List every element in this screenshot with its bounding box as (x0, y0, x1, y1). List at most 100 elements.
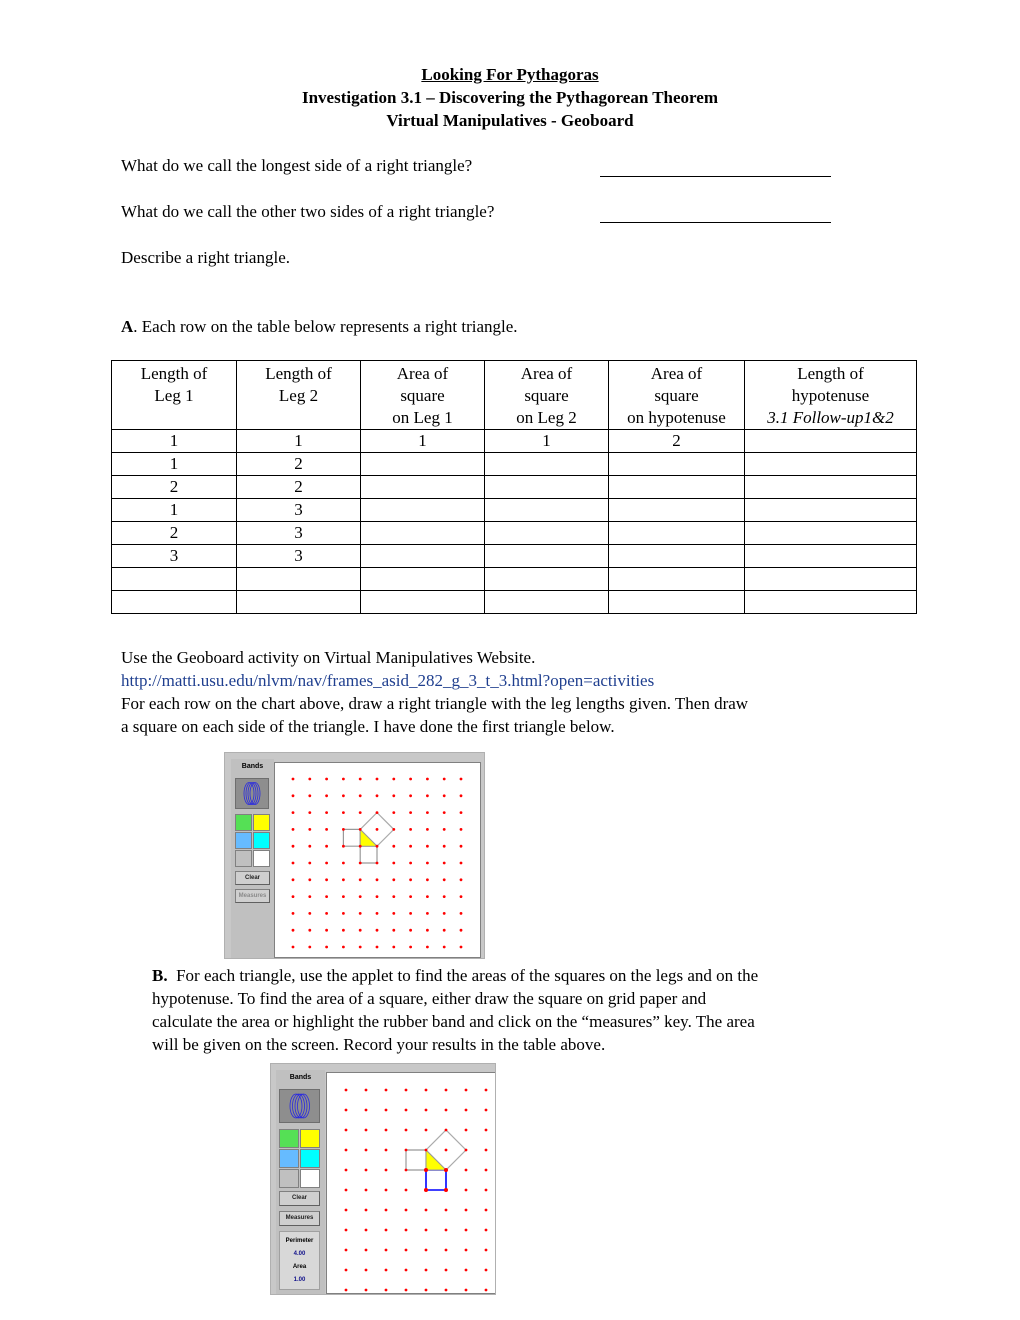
section-b-line-4: will be given on the screen. Record your… (152, 1035, 606, 1054)
rubber-bands-icon (243, 782, 261, 805)
peg-dot (384, 1248, 388, 1252)
table-cell[interactable] (236, 567, 361, 591)
peg-dot (464, 1128, 468, 1132)
table-cell[interactable] (484, 544, 609, 568)
table-cell[interactable]: 2 (608, 429, 745, 453)
table-cell[interactable] (744, 452, 917, 476)
measures-button[interactable]: Measures (279, 1211, 320, 1226)
bands-button[interactable] (235, 778, 269, 809)
table-cell[interactable] (360, 567, 485, 591)
bands-button[interactable] (279, 1089, 320, 1123)
peg-dot (426, 828, 429, 831)
table-cell[interactable]: 3 (236, 498, 361, 522)
table-cell[interactable] (236, 590, 361, 614)
color-swatch-cyan[interactable] (253, 832, 270, 849)
answer-blank-2[interactable] (600, 221, 831, 223)
table-cell[interactable] (608, 544, 745, 568)
table-cell[interactable] (744, 498, 917, 522)
measures-button[interactable]: Measures (235, 889, 270, 903)
color-swatch-blue[interactable] (235, 832, 252, 849)
color-swatch-white[interactable] (300, 1169, 320, 1188)
table-cell[interactable] (484, 590, 609, 614)
table-cell[interactable] (360, 498, 485, 522)
geoboard-link[interactable]: http://matti.usu.edu/nlvm/nav/frames_asi… (121, 669, 748, 692)
table-cell[interactable] (111, 590, 237, 614)
color-swatch-green[interactable] (279, 1129, 299, 1148)
table-cell[interactable] (360, 521, 485, 545)
clear-button[interactable]: Clear (279, 1191, 320, 1206)
table-cell[interactable]: 3 (111, 544, 237, 568)
leg2-square-band (425, 1169, 447, 1191)
peg-dot (384, 1228, 388, 1232)
table-cell[interactable]: 2 (236, 475, 361, 499)
peg-dot (375, 928, 379, 932)
table-cell[interactable] (484, 521, 609, 545)
table-cell[interactable] (744, 521, 917, 545)
table-cell[interactable] (744, 544, 917, 568)
peg-dot (484, 1288, 488, 1292)
table-row (111, 590, 917, 614)
peg-dot (426, 811, 429, 814)
color-swatch-yellow[interactable] (300, 1129, 320, 1148)
color-swatch-green[interactable] (235, 814, 252, 831)
table-cell[interactable]: 1 (111, 429, 237, 453)
peg-dot (344, 1208, 348, 1212)
peg-dot (464, 1108, 468, 1112)
table-cell[interactable] (608, 521, 745, 545)
peg-dot (342, 928, 345, 932)
answer-blank-1[interactable] (600, 175, 831, 177)
table-cell[interactable] (484, 567, 609, 591)
color-swatch-yellow[interactable] (253, 814, 270, 831)
table-cell[interactable] (744, 590, 917, 614)
table-cell[interactable]: 2 (111, 475, 237, 499)
table-cell[interactable] (608, 498, 745, 522)
table-cell[interactable]: 3 (236, 521, 361, 545)
table-cell[interactable] (608, 567, 745, 591)
color-swatch-cyan[interactable] (300, 1149, 320, 1168)
table-cell[interactable] (360, 475, 485, 499)
table-cell[interactable] (608, 452, 745, 476)
table-cell[interactable]: 2 (111, 521, 237, 545)
peg-dot (442, 945, 446, 949)
geoboard-canvas[interactable] (275, 763, 481, 958)
table-cell[interactable] (360, 590, 485, 614)
table-cell[interactable]: 1 (111, 452, 237, 476)
geoboard-screenshot-2: Bands Clear Measures Perimeter 4.00 Area… (270, 1063, 496, 1295)
peg-dot (464, 1248, 468, 1252)
clear-button[interactable]: Clear (235, 871, 270, 885)
table-cell[interactable] (608, 590, 745, 614)
geoboard-pegboard[interactable] (274, 762, 481, 958)
table-cell[interactable] (484, 452, 609, 476)
peg-dot (426, 794, 429, 798)
peg-dot (484, 1088, 488, 1092)
table-cell[interactable]: 1 (360, 429, 485, 453)
table-cell[interactable]: 1 (484, 429, 609, 453)
table-cell[interactable] (484, 475, 609, 499)
color-swatch-gray[interactable] (235, 850, 252, 867)
peg-dot (426, 912, 429, 915)
table-cell[interactable] (484, 498, 609, 522)
table-cell[interactable] (360, 452, 485, 476)
peg-dot (409, 912, 412, 915)
table-cell[interactable] (360, 544, 485, 568)
table-row (111, 567, 917, 591)
table-cell[interactable]: 1 (111, 498, 237, 522)
geoboard-pegboard[interactable] (326, 1072, 495, 1294)
table-cell[interactable] (608, 475, 745, 499)
table-cell[interactable] (111, 567, 237, 591)
peg-dot (308, 878, 312, 882)
color-swatch-white[interactable] (253, 850, 270, 867)
peg-dot (484, 1208, 488, 1212)
table-cell[interactable]: 3 (236, 544, 361, 568)
table-cell[interactable] (744, 475, 917, 499)
peg-dot (308, 794, 312, 798)
peg-dot (459, 928, 463, 932)
table-row: 12 (111, 452, 917, 476)
table-cell[interactable]: 1 (236, 429, 361, 453)
table-cell[interactable]: 2 (236, 452, 361, 476)
color-swatch-blue[interactable] (279, 1149, 299, 1168)
geoboard-canvas[interactable] (327, 1073, 495, 1294)
table-cell[interactable] (744, 429, 917, 453)
table-cell[interactable] (744, 567, 917, 591)
color-swatch-gray[interactable] (279, 1169, 299, 1188)
